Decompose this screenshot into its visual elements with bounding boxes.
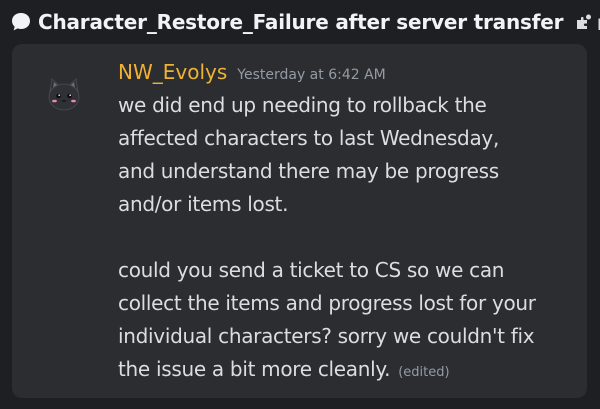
message-header: NW_Evolys Yesterday at 6:42 AM [118, 60, 386, 84]
paragraph-break [118, 221, 580, 254]
message-last-line: the issue a bit more cleanly. (edited) [118, 353, 580, 389]
message-line-text: the issue a bit more cleanly. [118, 357, 391, 381]
message-line: affected characters to last Wednesday, [118, 126, 500, 150]
message-line: collect the items and progress lost for … [118, 291, 536, 315]
message-line: and/or items lost. [118, 192, 289, 216]
message-line: individual characters? sorry we couldn't… [118, 324, 535, 348]
message-line: we did end up needing to rollback the [118, 93, 487, 117]
message-line: and understand there may be progress [118, 159, 499, 183]
author-username[interactable]: NW_Evolys [118, 60, 227, 84]
thread-title: Character_Restore_Failure after server t… [38, 10, 564, 34]
message-line: could you send a ticket to CS so we can [118, 258, 505, 282]
message-timestamp[interactable]: Yesterday at 6:42 AM [237, 67, 385, 83]
edited-indicator: (edited) [398, 365, 450, 380]
puzzle-tag-icon [573, 12, 593, 32]
black-cat-avatar-icon[interactable] [44, 75, 84, 115]
message-body: we did end up needing to rollback the af… [118, 89, 580, 389]
discord-thread-view: Character_Restore_Failure after server t… [0, 0, 600, 409]
thread-header: Character_Restore_Failure after server t… [0, 0, 600, 44]
speech-bubble-icon [10, 11, 32, 33]
